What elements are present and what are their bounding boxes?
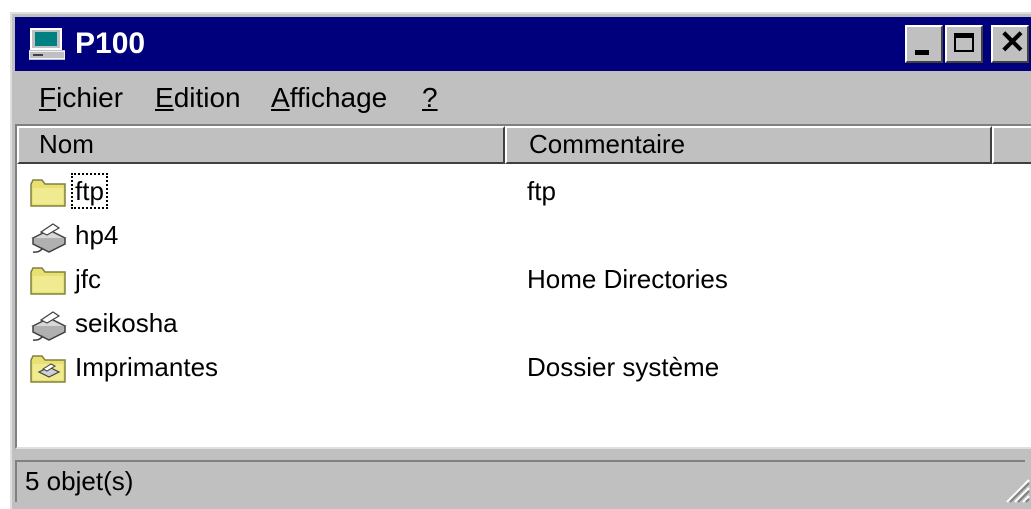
close-icon: ✕: [999, 24, 1026, 60]
close-button[interactable]: ✕: [991, 25, 1029, 63]
column-header-commentaire[interactable]: Commentaire: [505, 126, 992, 164]
minimize-button[interactable]: [905, 25, 943, 63]
list-item[interactable]: ftp ftp: [17, 170, 1027, 214]
item-name: hp4: [75, 220, 119, 250]
list-item[interactable]: hp4: [17, 214, 1027, 258]
menu-bar: Fichier Edition Affichage ?: [15, 76, 1031, 120]
menu-edition[interactable]: Edition: [155, 80, 241, 116]
item-name: Imprimantes: [75, 352, 219, 382]
column-header-nom[interactable]: Nom: [17, 126, 505, 164]
list-item[interactable]: jfc Home Directories: [17, 258, 1027, 302]
list-item[interactable]: seikosha: [17, 302, 1027, 346]
menu-help[interactable]: ?: [422, 80, 438, 116]
file-list: Nom Commentaire ftp ftp hp4 jfc Home Dir…: [15, 124, 1031, 449]
minimize-icon: [915, 50, 929, 55]
title-bar[interactable]: P100 ✕: [15, 17, 1031, 71]
folder-icon: [30, 179, 66, 207]
printers-folder-icon: [30, 355, 66, 383]
folder-icon: [30, 267, 66, 295]
resize-grip-icon[interactable]: [1001, 474, 1031, 504]
menu-affichage[interactable]: Affichage: [271, 80, 387, 116]
computer-icon: [29, 28, 65, 60]
printer-icon: [31, 223, 67, 253]
status-text: 5 objet(s): [15, 460, 1025, 502]
window-title: P100: [75, 27, 146, 60]
item-name: ftp: [71, 173, 108, 209]
menu-fichier[interactable]: Fichier: [39, 80, 123, 116]
explorer-window: P100 ✕ Fichier Edition Affichage ? Nom C…: [10, 12, 1031, 509]
item-name: jfc: [75, 264, 101, 294]
list-item[interactable]: Imprimantes Dossier système: [17, 346, 1027, 390]
item-comment: Dossier système: [527, 352, 720, 382]
column-header-extra[interactable]: [992, 126, 1031, 164]
item-name: seikosha: [75, 308, 178, 338]
item-comment: Home Directories: [527, 264, 728, 294]
status-bar: 5 objet(s): [15, 460, 1031, 504]
maximize-icon: [954, 33, 974, 52]
item-comment: ftp: [527, 176, 556, 206]
printer-icon: [31, 311, 67, 341]
maximize-button[interactable]: [945, 25, 983, 63]
